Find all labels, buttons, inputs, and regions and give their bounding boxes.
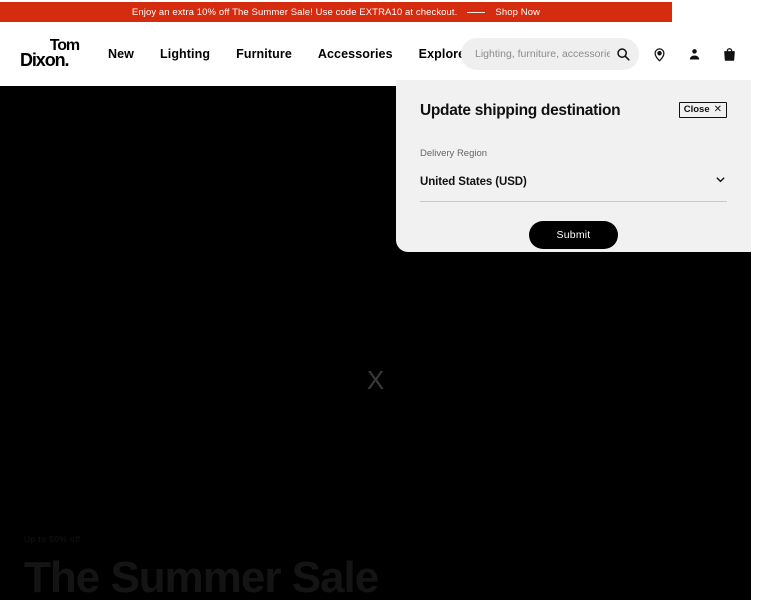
promo-message: Enjoy an extra 10% off The Summer Sale! …: [131, 6, 458, 18]
store-locator-icon[interactable]: [644, 39, 674, 69]
cart-icon[interactable]: [714, 39, 744, 69]
shipping-destination-modal: Update shipping destination Close ✕ Deli…: [396, 80, 751, 252]
submit-button[interactable]: Submit: [528, 221, 619, 249]
promo-shop-now-link[interactable]: Shop Now: [495, 7, 540, 18]
submit-row: Submit: [420, 221, 727, 249]
search-input[interactable]: [475, 48, 610, 60]
delivery-region-select[interactable]: United States (USD): [420, 173, 727, 202]
brand-logo[interactable]: Tom Dixon.: [20, 38, 82, 71]
search-icon[interactable]: [616, 44, 630, 64]
hero-copy: Up to 50% off The Summer Sale: [24, 534, 379, 600]
close-button[interactable]: Close ✕: [678, 102, 727, 118]
nav-link-explore[interactable]: Explore: [419, 47, 466, 61]
site-header: Tom Dixon. New Lighting Furniture Access…: [0, 22, 760, 86]
modal-title: Update shipping destination: [420, 102, 621, 119]
delivery-region-value: United States (USD): [420, 176, 527, 188]
promo-divider: [467, 11, 486, 13]
hero-eyebrow: Up to 50% off: [24, 534, 81, 544]
close-button-label: Close: [683, 104, 710, 116]
scrollbar-gutter[interactable]: [751, 74, 760, 600]
nav-link-furniture[interactable]: Furniture: [236, 47, 292, 61]
nav-link-new[interactable]: New: [108, 47, 134, 61]
broken-image-icon: X: [366, 364, 385, 395]
chevron-down-icon: [714, 173, 727, 191]
account-icon[interactable]: [679, 39, 709, 69]
close-x-icon: ✕: [713, 104, 722, 115]
logo-line-bottom: Dixon.: [20, 50, 70, 71]
search-box[interactable]: [461, 38, 639, 70]
hero-title: The Summer Sale: [24, 553, 379, 600]
modal-header: Update shipping destination Close ✕: [420, 102, 727, 120]
page-root: Enjoy an extra 10% off The Summer Sale! …: [0, 0, 760, 600]
main-navigation: New Lighting Furniture Accessories Explo…: [108, 47, 520, 61]
header-actions: [461, 22, 744, 86]
nav-link-lighting[interactable]: Lighting: [160, 47, 210, 61]
nav-link-accessories[interactable]: Accessories: [318, 47, 393, 61]
promo-banner: Enjoy an extra 10% off The Summer Sale! …: [0, 2, 672, 22]
delivery-region-label: Delivery Region: [420, 148, 488, 159]
